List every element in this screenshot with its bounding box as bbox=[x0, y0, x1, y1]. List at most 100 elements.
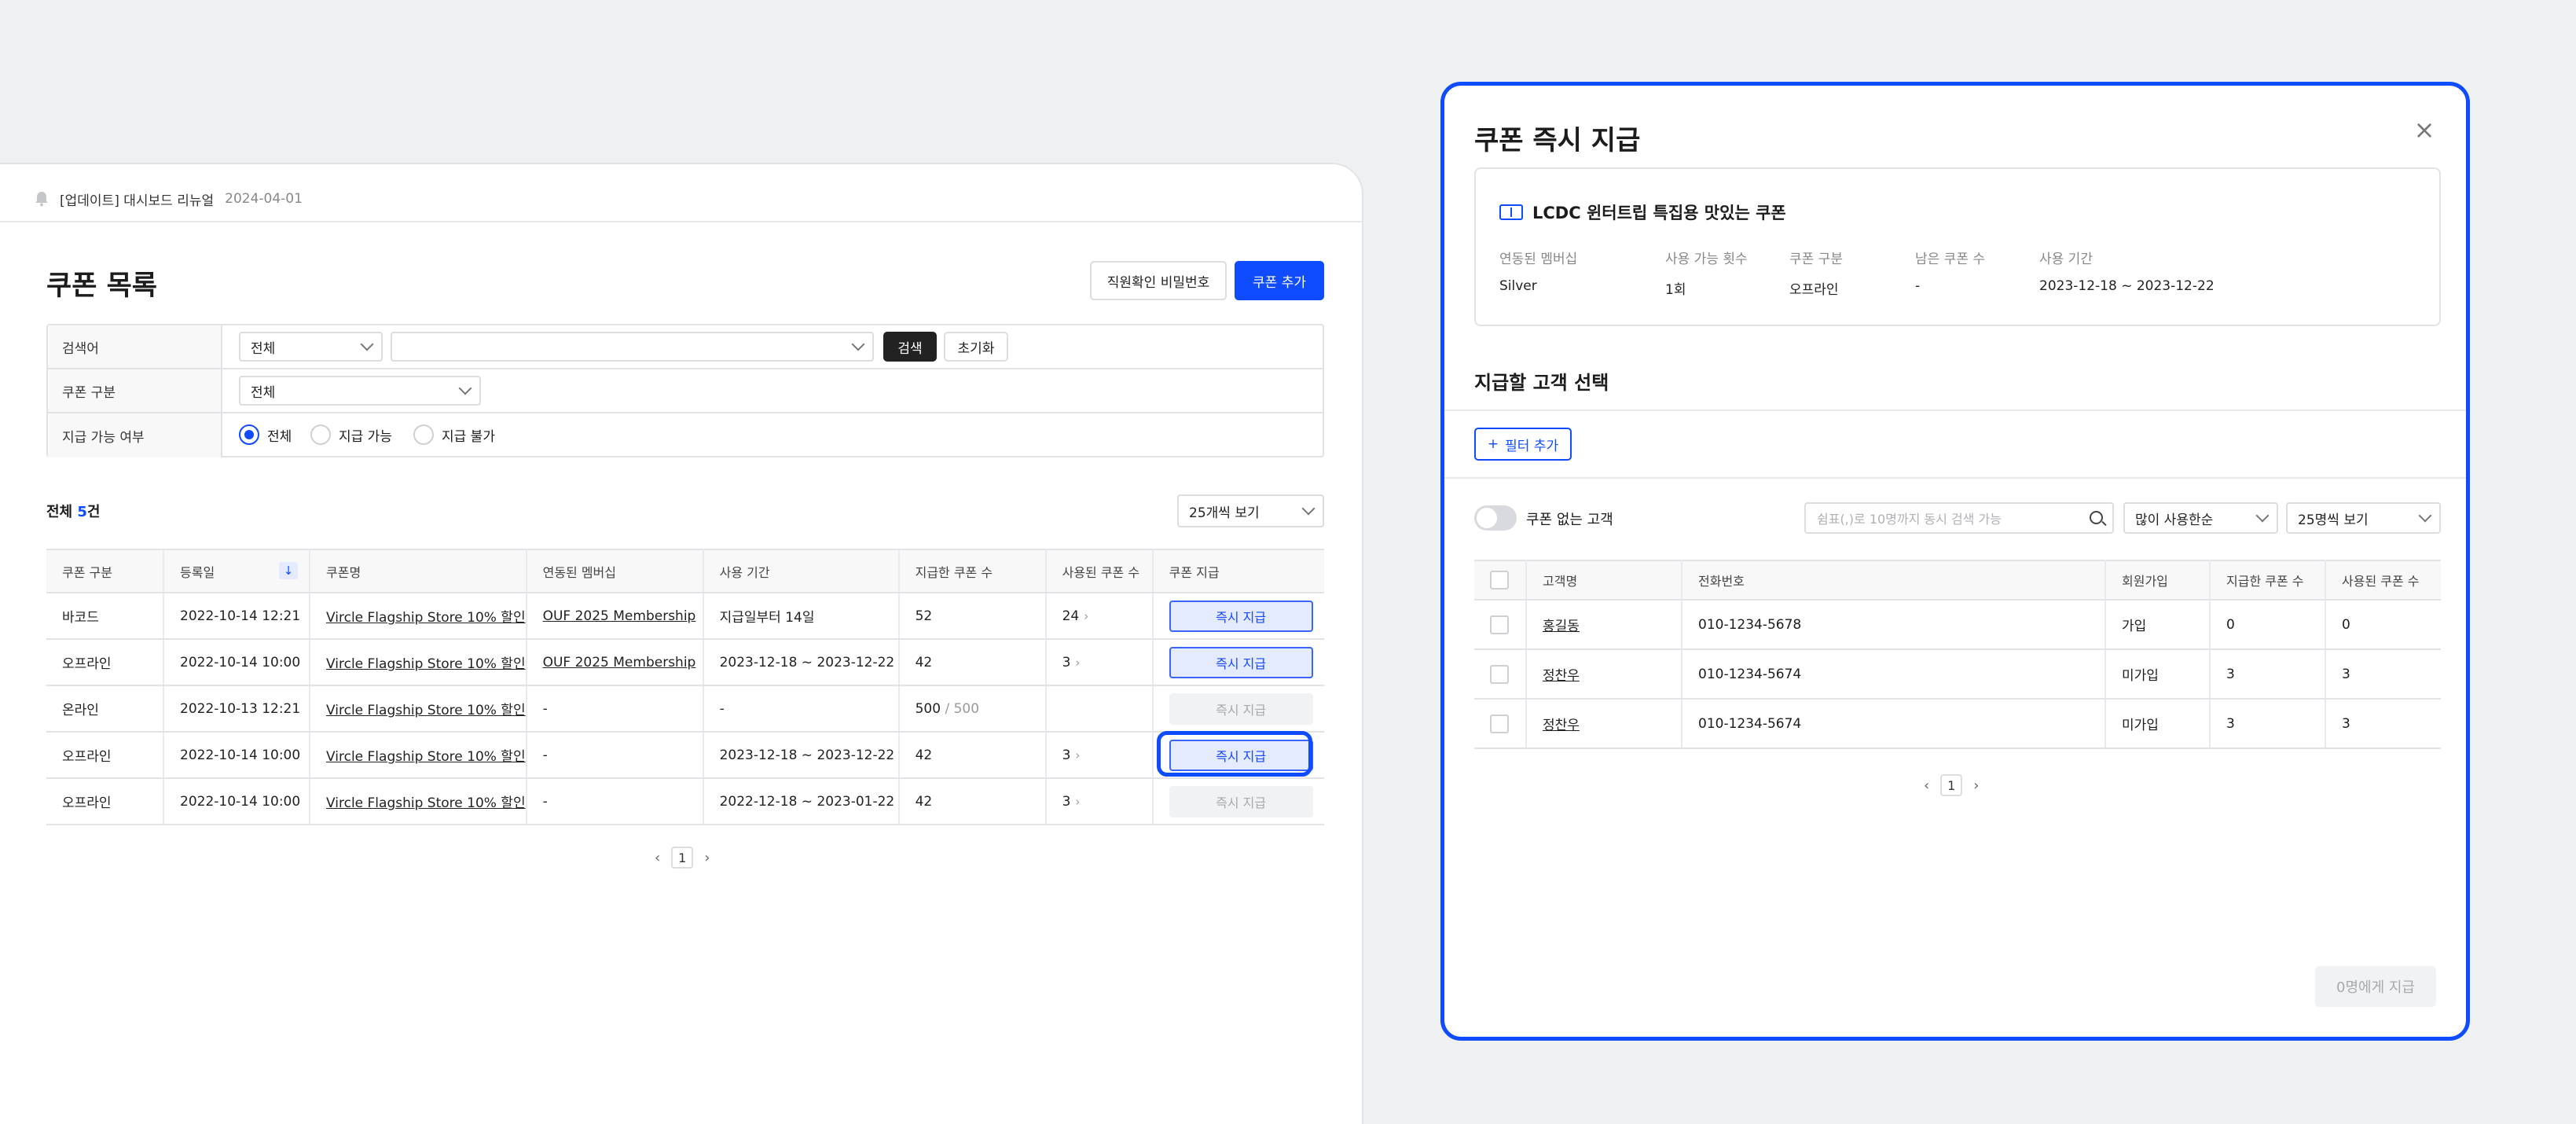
cell-joined: 미가입 bbox=[2105, 649, 2211, 700]
cell-joined: 미가입 bbox=[2105, 699, 2211, 749]
cell-coupon-name: Vircle Flagship Store 10% 할인 bbox=[310, 732, 527, 779]
toggle-label: 쿠폰 없는 고객 bbox=[1526, 512, 1613, 528]
search-placeholder: 쉼표(,)로 10명까지 동시 검색 가능 bbox=[1817, 512, 2002, 527]
coupon-title: LCDC 윈터트립 특집용 맛있는 쿠폰 bbox=[1499, 200, 1786, 224]
chevron-right-icon[interactable]: › bbox=[1973, 777, 1979, 794]
cell-used bbox=[1045, 685, 1154, 733]
meta-coupon-type: 쿠폰 구분 오프라인 bbox=[1789, 248, 1843, 298]
modal-page-size-select[interactable]: 25명씩 보기 bbox=[2286, 502, 2441, 534]
customer-name-link[interactable]: 홍길동 bbox=[1543, 619, 1580, 634]
customer-name-link[interactable]: 정찬우 bbox=[1543, 718, 1580, 733]
reset-button[interactable]: 초기화 bbox=[944, 332, 1008, 362]
coupon-name-link[interactable]: Vircle Flagship Store 10% 할인 bbox=[326, 656, 526, 672]
search-scope-select[interactable]: 전체 bbox=[239, 332, 383, 362]
used-count[interactable]: 3 bbox=[1062, 747, 1071, 763]
cell-coupon-name: Vircle Flagship Store 10% 할인 bbox=[310, 685, 527, 733]
divider bbox=[1444, 410, 2466, 411]
chevron-left-icon[interactable]: ‹ bbox=[1924, 777, 1929, 794]
filter-row-availability: 지급 가능 여부 전체 지급 가능 지급 불가 bbox=[48, 413, 1323, 457]
issue-now-button[interactable]: 즉시 지급 bbox=[1169, 646, 1313, 678]
cell-action: 즉시 지급 bbox=[1152, 778, 1324, 825]
radio-available[interactable]: 지급 가능 bbox=[310, 424, 392, 445]
cell-membership: - bbox=[526, 778, 704, 825]
cell-used: 3 bbox=[2325, 699, 2441, 749]
search-icon[interactable] bbox=[2090, 511, 2103, 524]
cell-used: 3 › bbox=[1045, 639, 1154, 686]
table-row: 오프라인 2022-10-14 10:00 Vircle Flagship Stor… bbox=[46, 732, 1324, 779]
issued-count: 42 bbox=[915, 747, 933, 763]
cell-period: 지급일부터 14일 bbox=[703, 593, 900, 640]
issue-to-customers-button[interactable]: 0명에게 지급 bbox=[2315, 966, 2436, 1007]
cell-period: 2022-12-18 ~ 2023-01-22 bbox=[703, 778, 900, 825]
meta-value: 오프라인 bbox=[1789, 282, 1839, 298]
chevron-down-icon bbox=[2418, 509, 2432, 523]
row-checkbox[interactable] bbox=[1490, 664, 1509, 684]
cell-issued: 3 bbox=[2210, 699, 2326, 749]
customer-search-input[interactable]: 쉼표(,)로 10명까지 동시 검색 가능 bbox=[1804, 502, 2114, 534]
col-header: 고객명 bbox=[1526, 560, 1682, 601]
coupon-table: 쿠폰 구분 등록일 ↓ 쿠폰명 연동된 멤버십 사용 기간 지급한 쿠폰 수 사용… bbox=[46, 549, 1324, 825]
table-row: 홍길동 010-1234-5678 가입 0 0 bbox=[1474, 600, 2441, 650]
membership-link: - bbox=[542, 747, 548, 763]
filter-label-type: 쿠폰 구분 bbox=[48, 369, 222, 412]
select-all-checkbox[interactable] bbox=[1490, 571, 1509, 590]
table-row: 바코드 2022-10-14 12:21 Vircle Flagship Store… bbox=[46, 593, 1324, 640]
cell-phone: 010-1234-5674 bbox=[1682, 649, 2106, 700]
chevron-down-icon bbox=[851, 337, 865, 351]
chevron-right-icon[interactable]: › bbox=[1075, 795, 1080, 809]
staff-password-button[interactable]: 직원확인 비밀번호 bbox=[1090, 261, 1227, 300]
sort-arrow-icon[interactable]: ↓ bbox=[279, 561, 298, 579]
table-row: 온라인 2022-10-13 12:21 Vircle Flagship Store… bbox=[46, 685, 1324, 733]
chevron-right-icon[interactable]: › bbox=[704, 850, 710, 866]
radio-all[interactable]: 전체 bbox=[239, 424, 292, 445]
total-count: 전체 5건 bbox=[46, 501, 100, 521]
coupon-name-link[interactable]: Vircle Flagship Store 10% 할인 bbox=[326, 749, 526, 765]
search-input[interactable] bbox=[391, 332, 874, 362]
chevron-right-icon[interactable]: › bbox=[1075, 748, 1080, 762]
coupon-name-link[interactable]: Vircle Flagship Store 10% 할인 bbox=[326, 795, 526, 811]
row-checkbox[interactable] bbox=[1490, 615, 1509, 634]
sort-select[interactable]: 많이 사용한순 bbox=[2123, 502, 2278, 534]
used-count[interactable]: 24 bbox=[1062, 608, 1080, 624]
pagination: ‹ 1 › bbox=[655, 847, 710, 869]
meta-key: 사용 기간 bbox=[2039, 252, 2093, 267]
radio-label: 전체 bbox=[267, 428, 292, 445]
update-notice[interactable]: [업데이트] 대시보드 리뉴얼 2024-04-01 bbox=[35, 182, 303, 216]
row-checkbox[interactable] bbox=[1490, 714, 1509, 733]
customer-name-link[interactable]: 정찬우 bbox=[1543, 668, 1580, 684]
membership-link[interactable]: OUF 2025 Membership bbox=[543, 608, 696, 624]
page-size-select[interactable]: 25개씩 보기 bbox=[1177, 494, 1324, 527]
issued-count: 42 bbox=[915, 654, 933, 670]
coupon-name-link[interactable]: Vircle Flagship Store 10% 할인 bbox=[326, 703, 526, 718]
sort-value: 많이 사용한순 bbox=[2135, 512, 2214, 528]
page-number[interactable]: 1 bbox=[671, 847, 694, 869]
search-button[interactable]: 검색 bbox=[883, 332, 937, 362]
chevron-down-icon bbox=[2255, 509, 2270, 523]
ticket-icon bbox=[1499, 204, 1523, 220]
used-count[interactable]: 3 bbox=[1062, 794, 1071, 810]
modal-pagination: ‹ 1 › bbox=[1924, 774, 1979, 796]
no-coupon-toggle[interactable] bbox=[1474, 505, 1517, 531]
page-number[interactable]: 1 bbox=[1940, 774, 1963, 796]
close-icon[interactable]: × bbox=[2413, 117, 2436, 142]
chevron-down-icon bbox=[458, 381, 472, 395]
chevron-right-icon[interactable]: › bbox=[1084, 609, 1088, 623]
col-header-date[interactable]: 등록일 ↓ bbox=[163, 549, 310, 593]
meta-key: 연동된 멤버십 bbox=[1499, 252, 1578, 267]
add-filter-button[interactable]: + 필터 추가 bbox=[1474, 428, 1572, 461]
radio-unavailable[interactable]: 지급 불가 bbox=[413, 424, 495, 445]
chevron-right-icon[interactable]: › bbox=[1075, 656, 1080, 670]
filter-row-type: 쿠폰 구분 전체 bbox=[48, 369, 1323, 413]
divider bbox=[0, 221, 1362, 222]
issue-now-button[interactable]: 즉시 지급 bbox=[1169, 600, 1313, 632]
coupon-name-link[interactable]: Vircle Flagship Store 10% 할인 bbox=[326, 610, 526, 626]
meta-usage-count: 사용 가능 횟수 1회 bbox=[1665, 248, 1748, 298]
bell-icon bbox=[35, 192, 48, 207]
chevron-left-icon[interactable]: ‹ bbox=[655, 850, 660, 866]
membership-link[interactable]: OUF 2025 Membership bbox=[543, 655, 696, 670]
cell-customer-name: 홍길동 bbox=[1526, 600, 1682, 650]
cell-issued: 0 bbox=[2210, 600, 2326, 650]
add-coupon-button[interactable]: 쿠폰 추가 bbox=[1235, 261, 1324, 300]
used-count[interactable]: 3 bbox=[1062, 655, 1071, 670]
coupon-type-select[interactable]: 전체 bbox=[239, 376, 481, 406]
